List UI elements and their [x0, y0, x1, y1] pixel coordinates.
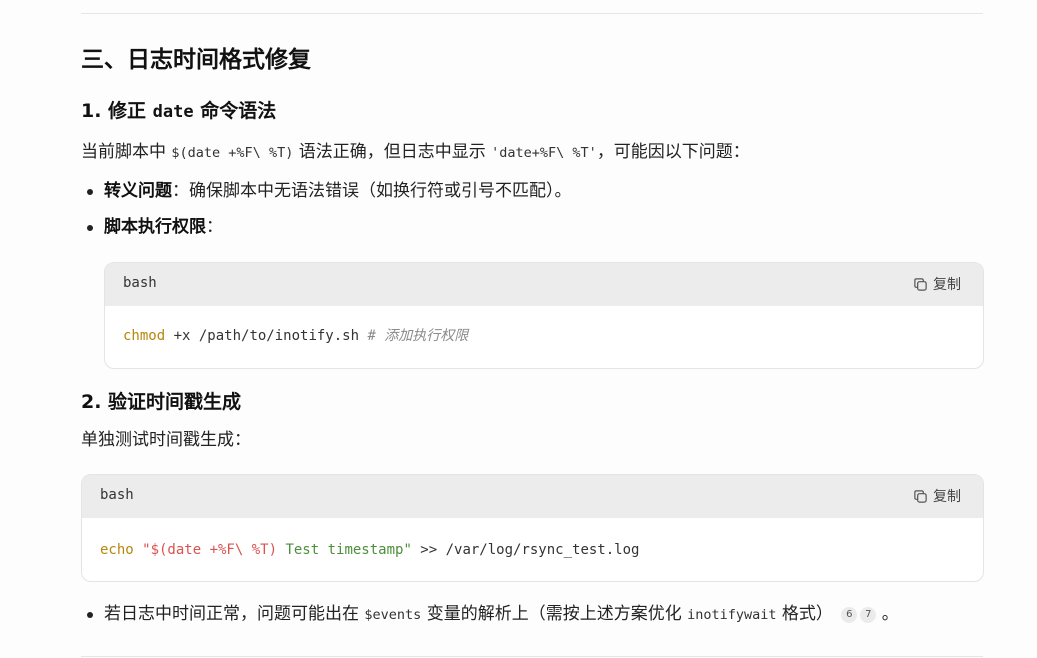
inline-code: $(date +%F\ %T) — [171, 145, 294, 161]
code-content: echo "$(date +%F\ %T) Test timestamp" >>… — [82, 518, 983, 560]
bullet-dot — [87, 612, 93, 618]
list-item-text: 。 — [881, 604, 899, 624]
bullet-dot — [87, 189, 93, 195]
code-redirect: >> /var/log/rsync_test.log — [411, 542, 640, 558]
code-block-echo: bash 复制 echo "$(date +%F\ %T) Test times… — [81, 474, 984, 582]
subheading-code: date — [152, 102, 194, 122]
subheading-prefix: 1. 修正 — [81, 100, 153, 122]
list-item-text: 变量的解析上（需按上述方案优化 — [421, 604, 688, 624]
para-text: ，可能因以下问题： — [596, 142, 750, 162]
copy-button[interactable]: 复制 — [913, 274, 961, 294]
list-item-bold: 脚本执行权限 — [104, 217, 206, 237]
paragraph-test: 单独测试时间戳生成： — [81, 430, 251, 450]
bullet-dot — [87, 225, 93, 231]
copy-icon — [914, 277, 927, 291]
list-item: 转义问题：确保脚本中无语法错误（如换行符或引号不匹配）。 — [82, 178, 572, 204]
list-item-text: 若日志中时间正常，问题可能出在 — [104, 604, 365, 624]
code-content: chmod +x /path/to/inotify.sh # 添加执行权限 — [105, 306, 983, 346]
list-item-text: 格式） — [776, 604, 833, 624]
copy-label: 复制 — [933, 277, 961, 293]
list-item-bold: 转义问题 — [104, 181, 172, 201]
subheading-fix-date: 1. 修正 date 命令语法 — [81, 97, 276, 126]
inline-code: inotifywait — [687, 607, 777, 623]
list-item-text: ：确保脚本中无语法错误（如换行符或引号不匹配）。 — [172, 181, 572, 201]
bottom-divider — [81, 656, 983, 657]
para-text: 语法正确，但日志中显示 — [293, 142, 492, 162]
inline-code: $events — [364, 607, 422, 623]
copy-label: 复制 — [933, 489, 961, 505]
code-string: Test timestamp" — [277, 542, 412, 558]
code-language: bash — [100, 487, 134, 503]
citation-badge[interactable]: 7 — [860, 607, 877, 623]
subheading-suffix: 命令语法 — [193, 100, 277, 122]
code-args: +x /path/to/inotify.sh — [165, 328, 368, 344]
code-language: bash — [123, 275, 157, 291]
section-title: 三、日志时间格式修复 — [81, 47, 311, 73]
code-block-header: bash 复制 — [105, 263, 983, 306]
code-block-chmod: bash 复制 chmod +x /path/to/inotify.sh # 添… — [104, 262, 984, 369]
paragraph-current-script: 当前脚本中 $(date +%F\ %T) 语法正确，但日志中显示 'date+… — [81, 139, 750, 166]
list-item: 脚本执行权限： — [82, 214, 223, 240]
code-block-header: bash 复制 — [82, 475, 983, 518]
subheading-verify: 2. 验证时间戳生成 — [81, 391, 242, 413]
list-item: 若日志中时间正常，问题可能出在 $events 变量的解析上（需按上述方案优化 … — [82, 601, 899, 628]
code-comment: # 添加执行权限 — [367, 328, 469, 344]
citation-badge[interactable]: 6 — [841, 607, 858, 623]
code-string-subst: "$(date +%F\ %T) — [133, 542, 278, 558]
copy-button[interactable]: 复制 — [913, 486, 961, 506]
code-command: chmod — [123, 328, 166, 344]
inline-code: 'date+%F\ %T' — [491, 145, 597, 161]
list-item-text: ： — [206, 217, 223, 237]
code-command: echo — [100, 542, 134, 558]
copy-icon — [914, 489, 927, 503]
top-divider — [81, 13, 983, 14]
para-text: 当前脚本中 — [81, 142, 172, 162]
